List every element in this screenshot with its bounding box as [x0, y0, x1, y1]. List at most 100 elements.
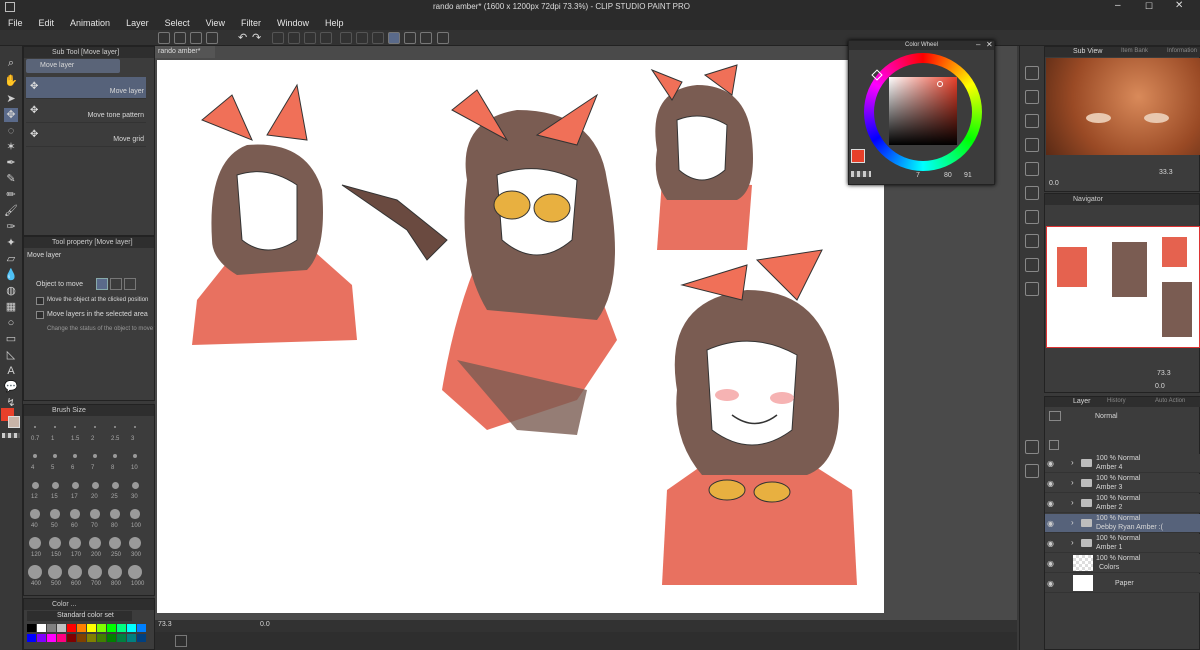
text-icon[interactable]: A — [4, 364, 18, 378]
brush-icon[interactable]: 🖌 — [4, 204, 18, 218]
panel-close-button[interactable]: ✕ — [986, 40, 993, 49]
blend-icon[interactable]: 💧 — [4, 268, 18, 282]
close-button[interactable]: ✕ — [1175, 0, 1183, 11]
checkbox[interactable] — [36, 297, 44, 305]
brush-size-preset[interactable] — [50, 509, 60, 519]
layer-row[interactable]: ◉ › 100 % Normal Amber 1 — [1045, 534, 1200, 553]
brush-size-preset[interactable] — [31, 481, 39, 489]
visibility-icon[interactable]: ◉ — [1047, 479, 1054, 488]
minimize-button[interactable]: – — [1115, 0, 1121, 11]
expand-arrow-icon[interactable]: › — [1071, 478, 1074, 487]
menu-select[interactable]: Select — [157, 18, 198, 28]
new-icon[interactable] — [158, 32, 170, 44]
brush-size-preset[interactable] — [109, 537, 121, 549]
ruler-icon[interactable]: ◺ — [4, 348, 18, 362]
deselect-icon[interactable] — [340, 32, 352, 44]
visibility-icon[interactable]: ◉ — [1047, 499, 1054, 508]
color-swatch[interactable] — [27, 634, 36, 642]
color-swatch[interactable] — [127, 624, 136, 632]
airbrush-icon[interactable]: ✑ — [4, 220, 18, 234]
transform-icon[interactable] — [304, 32, 316, 44]
brush-size-preset[interactable] — [129, 537, 141, 549]
brush-size-preset[interactable] — [68, 565, 82, 579]
brush-size-preset[interactable] — [89, 537, 101, 549]
tab-subview[interactable]: Sub View — [1073, 48, 1102, 55]
brush-size-preset[interactable] — [134, 426, 136, 428]
brush-size-preset[interactable] — [28, 565, 42, 579]
brush-size-preset[interactable] — [110, 509, 120, 519]
visibility-icon[interactable]: ◉ — [1047, 459, 1054, 468]
cw-transparent-icon[interactable] — [851, 171, 871, 177]
brush-size-preset[interactable] — [132, 453, 138, 459]
color-swatch[interactable] — [137, 634, 146, 642]
save-icon[interactable] — [190, 32, 202, 44]
object-layer-toggle[interactable] — [96, 278, 108, 290]
canvas-angle[interactable]: 0.0 — [260, 621, 270, 628]
brush-size-preset[interactable] — [70, 509, 80, 519]
menu-filter[interactable]: Filter — [233, 18, 269, 28]
blend-mode-select[interactable]: Normal — [1095, 413, 1118, 420]
menu-edit[interactable]: Edit — [31, 18, 63, 28]
frame-icon[interactable]: ▭ — [4, 332, 18, 346]
operation-icon[interactable]: ➤ — [4, 92, 18, 106]
transparent-color-icon[interactable] — [2, 433, 20, 438]
brush-size-preset[interactable] — [69, 537, 81, 549]
crop-icon[interactable] — [372, 32, 384, 44]
balloon-icon[interactable]: 💬 — [4, 380, 18, 394]
brush-size-preset[interactable] — [91, 481, 99, 489]
snap-special-icon[interactable] — [404, 32, 416, 44]
visibility-icon[interactable]: ◉ — [1047, 539, 1054, 548]
menu-view[interactable]: View — [198, 18, 233, 28]
lasso-icon[interactable]: ◌ — [4, 124, 18, 138]
brush-size-preset[interactable] — [74, 426, 76, 428]
brush-size-preset[interactable] — [114, 426, 116, 428]
brush-size-preset[interactable] — [88, 565, 102, 579]
subview-zoom[interactable]: 33.3 — [1159, 169, 1173, 176]
brush-size-preset[interactable] — [131, 481, 139, 489]
pen-icon[interactable]: ✎ — [4, 172, 18, 186]
layer-row[interactable]: ◉ › 100 % Normal Amber 2 — [1045, 494, 1200, 513]
sub-color-swatch[interactable] — [8, 416, 20, 428]
eyedropper-icon[interactable]: ✒ — [4, 156, 18, 170]
brush-size-preset[interactable] — [108, 565, 122, 579]
merge-icon[interactable] — [1025, 138, 1039, 152]
pencil-icon[interactable]: ✏ — [4, 188, 18, 202]
menu-help[interactable]: Help — [317, 18, 352, 28]
navigator-zoom[interactable]: 73.3 — [1157, 370, 1171, 377]
layer-menu-icon[interactable] — [1049, 440, 1059, 450]
color-swatch[interactable] — [87, 634, 96, 642]
color-swatch[interactable] — [47, 634, 56, 642]
fill-icon[interactable] — [288, 32, 300, 44]
gradient-icon[interactable]: ▦ — [4, 300, 18, 314]
menu-layer[interactable]: Layer — [118, 18, 157, 28]
layer-row[interactable]: ◉ › 100 % Normal Debby Ryan Amber :( — [1045, 514, 1200, 533]
brush-size-preset[interactable] — [34, 426, 36, 428]
canvas-zoom[interactable]: 73.3 — [158, 621, 172, 628]
hand-icon[interactable]: ✋ — [4, 74, 18, 88]
color-swatch[interactable] — [117, 624, 126, 632]
color-picker-cursor[interactable] — [937, 81, 943, 87]
visibility-icon[interactable]: ◉ — [1047, 559, 1054, 568]
object-grid-toggle[interactable] — [124, 278, 136, 290]
brush-size-preset[interactable] — [48, 565, 62, 579]
snapshot-icon[interactable] — [1025, 282, 1039, 296]
select-all-icon[interactable] — [320, 32, 332, 44]
layer-row[interactable]: ◉ Paper — [1045, 574, 1200, 593]
import-icon[interactable] — [1025, 210, 1039, 224]
tab-history[interactable]: History — [1107, 398, 1126, 404]
tab-item-bank[interactable]: Item Bank — [1121, 48, 1148, 54]
menu-file[interactable]: File — [0, 18, 31, 28]
new-layer-icon[interactable] — [1025, 90, 1039, 104]
camera-icon[interactable] — [1025, 258, 1039, 272]
subtool-item-move-layer[interactable]: ✥ Move layer — [26, 77, 146, 99]
visibility-icon[interactable]: ◉ — [1047, 519, 1054, 528]
brush-size-preset[interactable] — [130, 509, 140, 519]
color-swatch[interactable] — [107, 634, 116, 642]
copy-icon[interactable] — [1025, 162, 1039, 176]
subtool-item-move-grid[interactable]: ✥ Move grid — [26, 125, 146, 147]
color-swatch[interactable] — [97, 624, 106, 632]
cw-main-color[interactable] — [851, 149, 865, 163]
invert-icon[interactable] — [356, 32, 368, 44]
color-swatch[interactable] — [57, 624, 66, 632]
menu-window[interactable]: Window — [269, 18, 317, 28]
